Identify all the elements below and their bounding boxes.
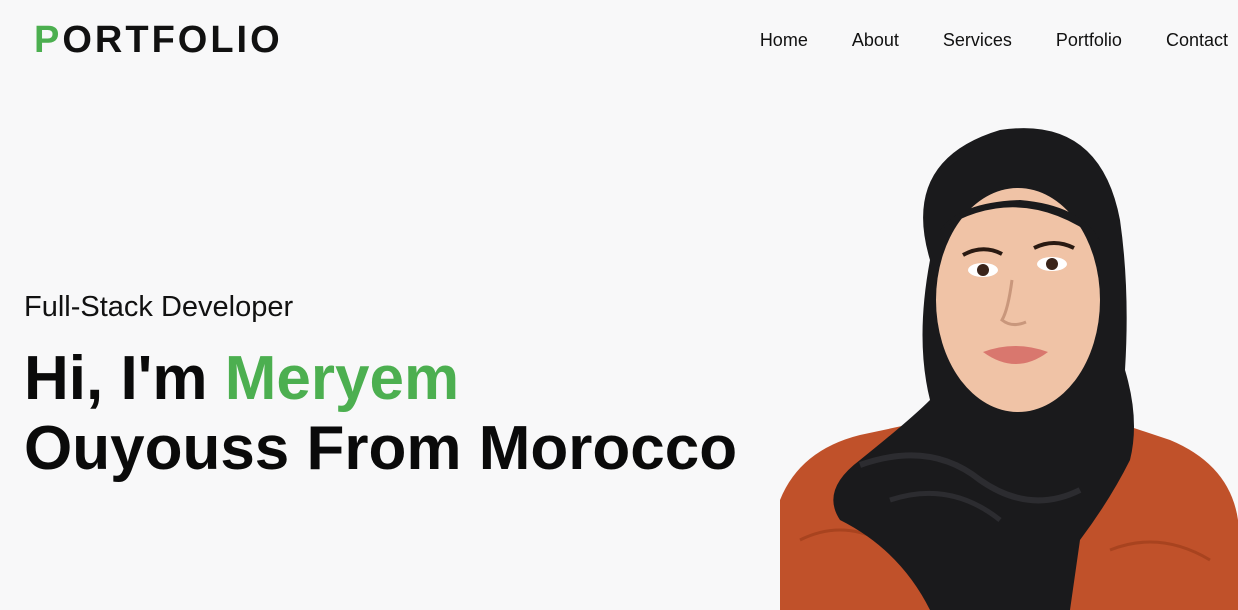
main-nav: Home About Services Portfolio Contact bbox=[716, 28, 1228, 52]
profile-photo bbox=[780, 128, 1238, 610]
hero-subtitle: Full-Stack Developer bbox=[24, 291, 294, 323]
logo[interactable]: PORTFOLIO bbox=[34, 18, 283, 62]
nav-portfolio-link[interactable]: Portfolio bbox=[1056, 28, 1122, 52]
hero-first-name: Meryem bbox=[224, 344, 460, 413]
logo-text: ORTFOLIO bbox=[62, 19, 283, 61]
nav-services-link[interactable]: Services bbox=[943, 28, 1012, 52]
hero-headline-line2: Ouyouss From Morocco bbox=[24, 414, 738, 483]
nav-contact-link[interactable]: Contact bbox=[1166, 28, 1228, 52]
page: PORTFOLIO Home About Services Portfolio … bbox=[0, 0, 1238, 610]
logo-accent-letter: P bbox=[34, 19, 63, 61]
hero-greeting: Hi, I'm bbox=[24, 344, 225, 413]
nav-home-link[interactable]: Home bbox=[760, 28, 808, 52]
nav-about-link[interactable]: About bbox=[852, 28, 899, 52]
hero-headline: Hi, I'm Meryem Ouyouss From Morocco bbox=[24, 344, 737, 484]
